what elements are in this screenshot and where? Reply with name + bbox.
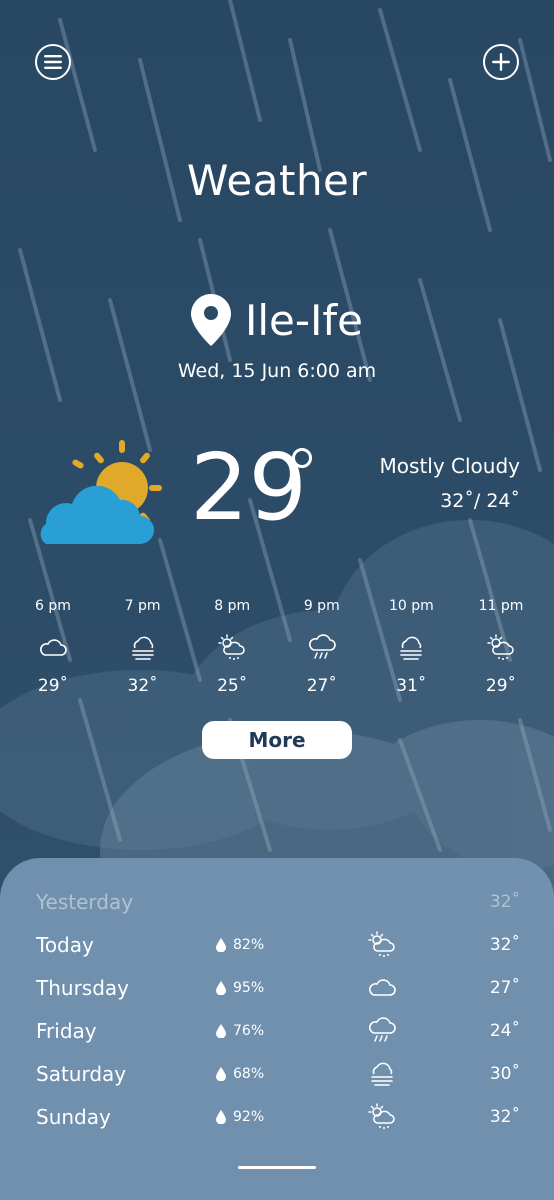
hourly-item: 11 pm 29˚ (466, 598, 536, 696)
rain-cloud-icon (308, 634, 336, 659)
humidity: 82% (216, 937, 264, 953)
hourly-item: 6 pm 29˚ (18, 598, 88, 696)
daily-forecast-sheet[interactable]: Yesterday 32˚ Today 82% 32˚ Thursday 95% (0, 858, 554, 1200)
cloud-icon (40, 639, 67, 656)
raindrop-icon (216, 1067, 226, 1081)
fog-icon (371, 1062, 393, 1086)
day-label: Yesterday (36, 890, 134, 914)
humidity-value: 82% (233, 937, 265, 953)
daily-row-yesterday: Yesterday 32˚ (36, 888, 520, 920)
home-indicator[interactable] (238, 1166, 316, 1169)
sun-cloud-rain-icon (368, 931, 395, 957)
day-label: Today (36, 933, 94, 957)
humidity-value: 76% (233, 1023, 265, 1039)
hour-time: 10 pm (388, 598, 434, 614)
humidity-value: 95% (233, 980, 265, 996)
day-label: Friday (36, 1019, 97, 1043)
hour-time: 11 pm (478, 598, 524, 614)
daily-row: Friday 76% 24˚ (36, 1017, 520, 1049)
sun-cloud-rain-icon (487, 634, 514, 660)
humidity-value: 68% (233, 1066, 265, 1082)
day-label: Saturday (36, 1062, 127, 1086)
hamburger-menu-icon (44, 55, 62, 69)
rain-cloud-icon (369, 1017, 396, 1042)
day-temperature: 24˚ (489, 1021, 520, 1041)
fog-icon (400, 636, 423, 660)
hour-time: 9 pm (303, 598, 340, 614)
sun-cloud-rain-icon (368, 1103, 395, 1129)
hourly-item: 7 pm 32˚ (108, 598, 178, 696)
hourly-item: 9 pm 27˚ (287, 598, 357, 696)
menu-button[interactable] (35, 44, 71, 80)
hourly-item: 10 pm 31˚ (376, 598, 446, 696)
hour-time: 7 pm (124, 598, 161, 614)
day-label: Thursday (36, 976, 129, 1000)
raindrop-icon (216, 981, 226, 995)
hour-temperature: 32˚ (127, 676, 158, 696)
humidity-value: 92% (233, 1109, 265, 1125)
day-temperature: 32˚ (489, 892, 520, 912)
raindrop-icon (216, 938, 226, 952)
hour-temperature: 29˚ (485, 676, 517, 696)
day-label: Sunday (36, 1105, 111, 1129)
location-name: Ile-Ife (244, 295, 364, 345)
hour-temperature: 25˚ (217, 676, 248, 696)
app-title: Weather (186, 156, 368, 205)
high-low-temperature: 32˚/ 24˚ (440, 490, 520, 512)
cloud-icon (369, 979, 396, 996)
sun-cloud-rain-icon (218, 634, 245, 660)
humidity: 68% (216, 1066, 264, 1082)
location-header: Ile-Ife (0, 294, 554, 346)
hour-temperature: 27˚ (306, 676, 337, 696)
hourly-item: 8 pm 25˚ (197, 598, 267, 696)
hourly-forecast: 6 pm 29˚ 7 pm 32˚ 8 pm 25˚ 9 pm 27˚ 10 p… (18, 598, 536, 696)
daily-row: Today 82% 32˚ (36, 931, 520, 963)
hour-temperature: 29˚ (37, 676, 69, 696)
raindrop-icon (216, 1110, 226, 1124)
fog-icon (131, 636, 154, 660)
hour-temperature: 31˚ (396, 676, 427, 696)
current-temperature: 29 (190, 434, 308, 541)
day-temperature: 32˚ (489, 1107, 520, 1127)
day-temperature: 30˚ (489, 1064, 520, 1084)
humidity: 92% (216, 1109, 264, 1125)
humidity: 76% (216, 1023, 264, 1039)
current-condition: Mostly Cloudy (379, 454, 520, 478)
daily-row: Sunday 92% 32˚ (36, 1103, 520, 1135)
humidity: 95% (216, 980, 264, 996)
degree-symbol (292, 448, 312, 468)
hour-time: 8 pm (214, 598, 251, 614)
partly-sunny-icon (40, 440, 162, 544)
day-temperature: 27˚ (489, 978, 520, 998)
hour-time: 6 pm (35, 598, 71, 614)
date-time: Wed, 15 Jun 6:00 am (177, 360, 377, 382)
daily-row: Thursday 95% 27˚ (36, 974, 520, 1006)
day-temperature: 32˚ (489, 935, 520, 955)
plus-icon (492, 53, 510, 71)
raindrop-icon (216, 1024, 226, 1038)
location-pin-icon (190, 294, 231, 346)
daily-row: Saturday 68% 30˚ (36, 1060, 520, 1092)
more-button[interactable]: More (202, 721, 352, 759)
add-location-button[interactable] (483, 44, 519, 80)
